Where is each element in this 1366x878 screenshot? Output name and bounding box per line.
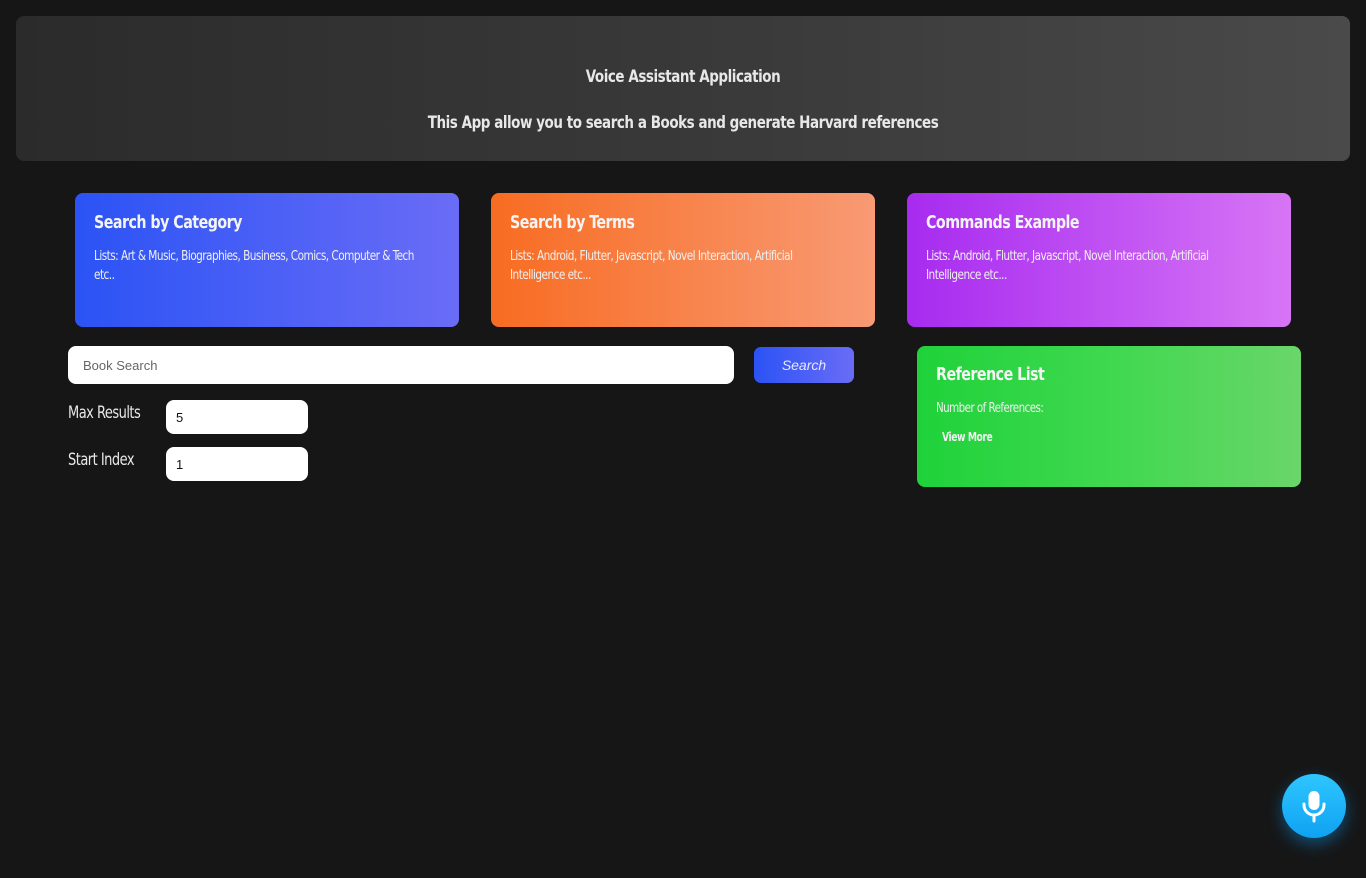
category-card: Search by Category Lists: Art & Music, B… <box>75 193 459 327</box>
start-index-label: Start Index <box>68 450 135 470</box>
search-button[interactable]: Search <box>754 347 854 383</box>
page-title: Voice Assistant Application <box>585 67 781 87</box>
commands-card-text: Lists: Android, Flutter, Javascript, Nov… <box>926 249 1209 283</box>
app-header: Voice Assistant Application This App all… <box>16 16 1350 161</box>
book-search-input[interactable] <box>68 346 734 384</box>
category-card-title: Search by Category <box>94 212 242 233</box>
terms-card-text: Lists: Android, Flutter, Javascript, Nov… <box>510 249 793 283</box>
commands-card-title: Commands Example <box>926 212 1080 233</box>
reference-list-title: Reference List <box>936 364 1045 385</box>
start-index-input[interactable] <box>166 447 308 481</box>
reference-count: Number of References: <box>936 401 1044 416</box>
page-subtitle: This App allow you to search a Books and… <box>427 113 939 133</box>
category-card-text: Lists: Art & Music, Biographies, Busines… <box>94 249 414 283</box>
voice-command-button[interactable] <box>1282 774 1346 838</box>
terms-card-title: Search by Terms <box>510 212 635 233</box>
microphone-icon <box>1300 789 1328 823</box>
reference-list-card: Reference List Number of References: Vie… <box>917 346 1301 487</box>
commands-card: Commands Example Lists: Android, Flutter… <box>907 193 1291 327</box>
terms-card: Search by Terms Lists: Android, Flutter,… <box>491 193 875 327</box>
max-results-input[interactable] <box>166 400 308 434</box>
max-results-label: Max Results <box>68 403 141 423</box>
view-more-link[interactable]: View More <box>942 430 993 444</box>
